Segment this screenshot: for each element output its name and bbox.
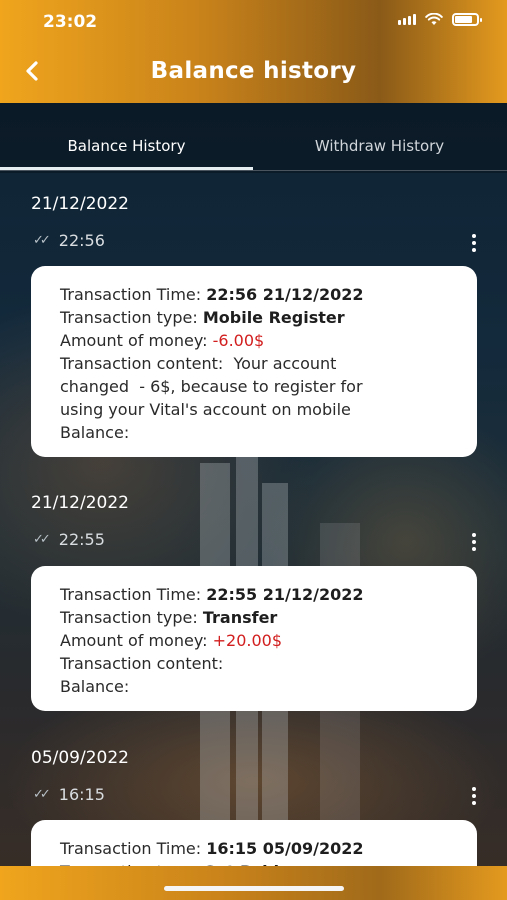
- tx-time-label: Transaction Time:: [60, 285, 207, 304]
- more-options-icon[interactable]: [471, 234, 477, 252]
- entry-time: 22:56: [58, 231, 105, 250]
- tx-type-line: Transaction type: Mobile Register: [60, 306, 449, 329]
- content-label: Transaction content:: [60, 354, 229, 373]
- content-value: Your account: [228, 354, 337, 373]
- tx-time-line: Transaction Time: 22:55 21/12/2022: [60, 583, 449, 606]
- header-bar: 23:02 Balance history: [0, 0, 507, 103]
- entry-time: 22:55: [58, 530, 105, 549]
- status-bar: 23:02: [0, 0, 507, 46]
- double-check-icon: ✓✓: [33, 787, 51, 802]
- amount-line: Amount of money: -6.00$: [60, 329, 449, 352]
- more-options-icon[interactable]: [471, 787, 477, 805]
- tx-type-label: Transaction type:: [60, 308, 203, 327]
- tab-bar: Balance History Withdraw History: [0, 103, 507, 173]
- entry-date: 21/12/2022: [31, 194, 129, 214]
- wifi-icon: [425, 13, 443, 25]
- tx-time-label: Transaction Time:: [60, 839, 207, 858]
- amount-line: Amount of money: +20.00$: [60, 629, 449, 652]
- more-options-icon[interactable]: [471, 533, 477, 551]
- entry-date: 05/09/2022: [31, 748, 129, 768]
- content-line-3: using your Vital's account on mobile: [60, 400, 351, 419]
- page-title: Balance history: [150, 58, 357, 84]
- tx-time-line: Transaction Time: 22:56 21/12/2022: [60, 283, 449, 306]
- tab-withdraw-history[interactable]: Withdraw History: [253, 137, 506, 155]
- content-line: Transaction content:: [60, 654, 224, 673]
- tx-type-value: Mobile Register: [202, 308, 345, 327]
- tx-time-value: 22:56 21/12/2022: [206, 285, 364, 304]
- double-check-icon: ✓✓: [33, 233, 51, 248]
- tx-time-value: 22:55 21/12/2022: [206, 585, 364, 604]
- entry-date: 21/12/2022: [31, 493, 129, 513]
- tx-type-label: Transaction type:: [60, 608, 203, 627]
- entry-time: 16:15: [58, 785, 105, 804]
- status-time: 23:02: [43, 12, 98, 32]
- content-line: Transaction content: Your account: [60, 352, 449, 375]
- content-line-2: changed - 6$, because to register for: [60, 377, 363, 396]
- entry-time-row: ✓✓ 16:15: [33, 785, 105, 804]
- amount-value: +20.00$: [212, 631, 282, 650]
- double-check-icon: ✓✓: [33, 532, 51, 547]
- status-icons: [398, 13, 482, 26]
- amount-label: Amount of money:: [60, 331, 213, 350]
- tab-divider: [0, 170, 507, 171]
- tx-time-value: 16:15 05/09/2022: [206, 839, 364, 858]
- entry-time-row: ✓✓ 22:55: [33, 530, 105, 549]
- signal-icon: [398, 14, 416, 25]
- amount-label: Amount of money:: [60, 631, 213, 650]
- bottom-bar: [0, 866, 507, 900]
- transaction-card[interactable]: Transaction Time: 22:55 21/12/2022 Trans…: [31, 566, 477, 711]
- tx-type-value: Transfer: [202, 608, 278, 627]
- tx-time-label: Transaction Time:: [60, 585, 207, 604]
- entry-time-row: ✓✓ 22:56: [33, 231, 105, 250]
- home-indicator[interactable]: [164, 886, 344, 891]
- battery-icon: [452, 13, 482, 26]
- tab-balance-history[interactable]: Balance History: [0, 137, 253, 155]
- tx-time-line: Transaction Time: 16:15 05/09/2022: [60, 837, 449, 860]
- tx-type-line: Transaction type: Transfer: [60, 606, 449, 629]
- amount-value: -6.00$: [212, 331, 265, 350]
- balance-line: Balance:: [60, 423, 130, 442]
- transaction-card[interactable]: Transaction Time: 22:56 21/12/2022 Trans…: [31, 266, 477, 457]
- balance-line: Balance:: [60, 677, 130, 696]
